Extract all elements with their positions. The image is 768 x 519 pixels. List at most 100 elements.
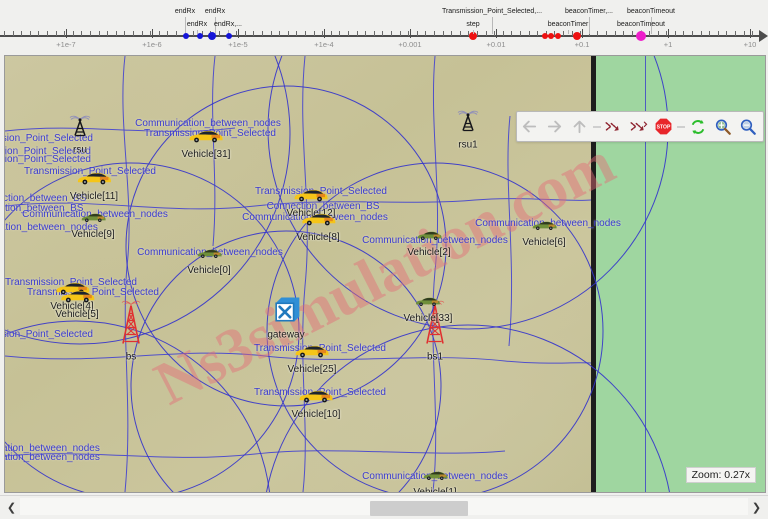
map-node-v11[interactable]: Vehicle[11] <box>70 170 118 202</box>
reload-button[interactable] <box>685 113 710 140</box>
timeline-event-label[interactable]: beaconTimer <box>548 21 589 28</box>
zoom-in-button[interactable] <box>710 113 735 140</box>
base-station-icon <box>121 300 141 344</box>
timeline-tick <box>313 31 315 36</box>
zoom-level-badge: Zoom: 0.27x <box>685 467 756 483</box>
toolbar-separator-2 <box>676 113 685 140</box>
timeline-event-dot[interactable] <box>548 33 554 39</box>
timeline-tick <box>38 31 40 36</box>
timeline-major-tick <box>66 29 67 38</box>
vehicle-icon <box>302 213 335 226</box>
node-label: Vehicle[2] <box>407 247 451 258</box>
timeline-panel[interactable]: +1e-7 +1e-6 +1e-5 +1e-4 +0.001 +0.01 +0.1 +1 +10… <box>0 0 768 51</box>
timeline-event-dot[interactable] <box>183 33 189 39</box>
timeline-tick <box>459 31 461 36</box>
node-label: rsu <box>73 144 87 156</box>
timeline-event-label[interactable]: endRx <box>187 21 207 28</box>
timeline-tick <box>158 31 160 36</box>
up-button[interactable] <box>567 113 592 140</box>
timeline-event-label[interactable]: Transmission_Point_Selected,... <box>442 8 542 15</box>
vehicle-icon <box>78 172 111 185</box>
timeline-tick <box>382 31 384 36</box>
map-node-v10[interactable]: Vehicle[10] <box>292 388 340 420</box>
timeline-tick <box>176 31 177 36</box>
timeline-event-dot[interactable] <box>636 31 646 41</box>
timeline-tick-label: +1e-7 <box>56 40 76 49</box>
step-back-button[interactable] <box>601 113 626 140</box>
timeline-event-dot[interactable] <box>226 33 232 39</box>
timeline-tick <box>330 31 332 36</box>
timeline-tick <box>735 31 736 36</box>
timeline-tick <box>339 31 341 36</box>
node-label: Vehicle[9] <box>71 229 115 240</box>
map-node-v2[interactable]: Vehicle[2] <box>407 228 451 258</box>
back-button[interactable] <box>517 113 542 140</box>
map-node-v31[interactable]: Vehicle[31] <box>182 128 230 160</box>
timeline-tick <box>700 31 702 36</box>
antenna-icon <box>457 110 479 132</box>
scrollbar-thumb[interactable] <box>370 501 468 516</box>
timeline-tick <box>717 31 719 36</box>
timeline-event-label[interactable]: step <box>466 21 479 28</box>
vehicle-icon <box>532 221 557 230</box>
timeline-event-dot[interactable] <box>208 32 216 40</box>
node-label: Vehicle[0] <box>187 265 231 276</box>
timeline-tick <box>47 31 48 36</box>
timeline-tick <box>244 31 246 36</box>
timeline-tick <box>21 31 23 36</box>
simulation-canvas-panel[interactable]: Ns3simulation.com Communication_between_… <box>0 51 768 495</box>
node-label: Vehicle[6] <box>522 237 566 248</box>
timeline-tick <box>631 31 633 36</box>
timeline-event-label[interactable]: endRx <box>175 8 195 15</box>
timeline-tick <box>107 31 109 36</box>
vehicle-icon <box>296 345 329 358</box>
timeline-tick <box>726 31 728 36</box>
zoom-out-button[interactable] <box>735 113 760 140</box>
map-node-v5[interactable]: Vehicle[5] <box>55 288 99 320</box>
map-node-rsu1[interactable]: rsu1 <box>455 108 481 151</box>
timeline-event-label[interactable]: beaconTimeout <box>617 21 665 28</box>
timeline-event-stem <box>568 30 569 34</box>
map-node-v6[interactable]: Vehicle[6] <box>522 218 566 248</box>
navigation-toolbar[interactable]: STOP <box>516 111 764 142</box>
timeline-tick <box>692 31 693 36</box>
timeline-major-tick <box>582 29 583 38</box>
vehicle-icon <box>300 390 333 403</box>
timeline-major-tick <box>750 29 751 38</box>
map-node-v0[interactable]: Vehicle[0] <box>187 246 231 276</box>
timeline-tick <box>81 31 83 36</box>
timeline-event-dot[interactable] <box>555 33 561 39</box>
timeline-tick <box>4 31 5 36</box>
timeline-event-label[interactable]: beaconTimer,... <box>565 8 613 15</box>
vehicle-icon <box>61 290 94 303</box>
timeline-tick <box>511 31 513 36</box>
scroll-left-icon[interactable]: ❮ <box>3 499 20 515</box>
map-node-bs[interactable]: bs <box>118 300 144 363</box>
timeline-event-label[interactable]: beaconTimeout <box>627 8 675 15</box>
timeline-tick <box>29 31 31 36</box>
timeline-tick <box>649 31 650 36</box>
map-node-v25[interactable]: Vehicle[25] <box>288 343 336 375</box>
stop-button[interactable]: STOP <box>651 113 676 140</box>
scroll-right-icon[interactable]: ❯ <box>748 499 765 515</box>
horizontal-scrollbar[interactable]: ❮ ❯ <box>0 495 768 519</box>
timeline-tick <box>253 31 255 36</box>
vehicle-icon <box>295 189 328 202</box>
map-node-v1[interactable]: Vehicle[1] <box>413 468 457 492</box>
timeline-tick-label: +0.01 <box>486 40 506 49</box>
stop-label: STOP <box>657 125 671 131</box>
forward-button[interactable] <box>542 113 567 140</box>
timeline-event-stem <box>473 30 474 34</box>
timeline-event-label[interactable]: endRx,... <box>214 21 242 28</box>
timeline-event-label[interactable]: endRx <box>205 8 225 15</box>
timeline-event-dot[interactable] <box>573 32 581 40</box>
timeline-tick <box>287 31 289 36</box>
step-forward-button[interactable] <box>626 113 651 140</box>
map-node-rsu[interactable]: rsu <box>67 113 93 156</box>
map-node-v33[interactable]: Vehicle[33] <box>404 294 452 324</box>
scrollbar-track[interactable] <box>20 498 748 516</box>
map-node-gateway[interactable]: gateway <box>267 296 305 341</box>
timeline-event-stem <box>492 17 493 34</box>
map-node-v9[interactable]: Vehicle[9] <box>71 210 115 240</box>
map-node-v8[interactable]: Vehicle[8] <box>296 211 340 243</box>
